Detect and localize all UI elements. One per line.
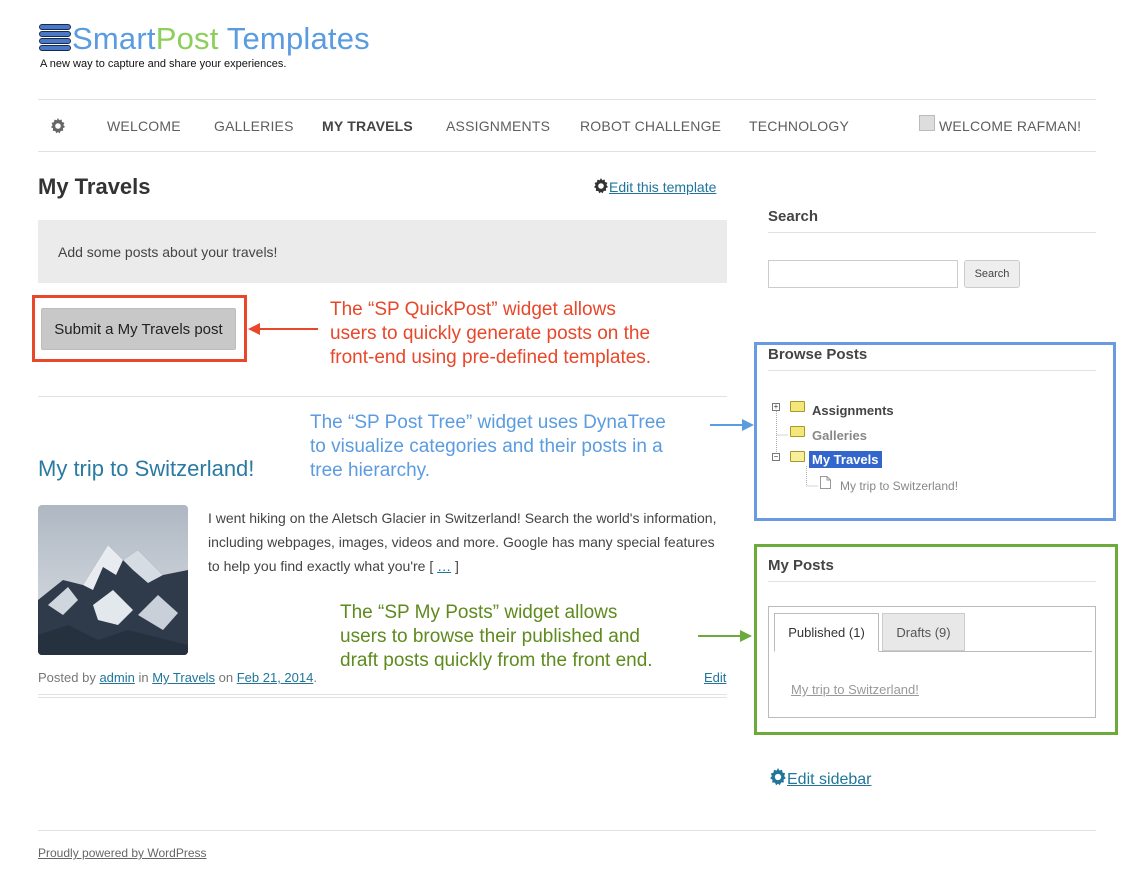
tree-node-assignments[interactable]: Assignments bbox=[812, 403, 894, 418]
page-title: My Travels bbox=[38, 174, 151, 199]
meta-text: Posted by bbox=[38, 670, 100, 685]
tree-node-galleries[interactable]: Galleries bbox=[812, 428, 867, 443]
annotation-line: to visualize categories and their posts … bbox=[310, 436, 663, 457]
post-edit-link[interactable]: Edit bbox=[704, 670, 726, 685]
site-title-part: Post bbox=[155, 21, 219, 56]
browse-posts-title: Browse Posts bbox=[768, 346, 868, 363]
tree-collapse-icon[interactable]: − bbox=[772, 453, 780, 461]
nav-assignments[interactable]: ASSIGNMENTS bbox=[446, 118, 550, 134]
gear-icon bbox=[769, 768, 787, 786]
nav-robot-challenge[interactable]: ROBOT CHALLENGE bbox=[580, 118, 721, 134]
date-link[interactable]: Feb 21, 2014 bbox=[237, 670, 314, 685]
annotation-line: users to quickly generate posts on the bbox=[330, 323, 651, 344]
annotation-line: The “SP QuickPost” widget allows bbox=[330, 299, 616, 320]
published-post-link[interactable]: My trip to Switzerland! bbox=[791, 682, 919, 697]
post-title[interactable]: My trip to Switzerland! bbox=[38, 456, 254, 482]
tab-published[interactable]: Published (1) bbox=[774, 613, 879, 652]
open-folder-icon bbox=[790, 451, 805, 462]
tree-leaf-post[interactable]: My trip to Switzerland! bbox=[840, 479, 958, 493]
excerpt-end: ] bbox=[451, 558, 459, 574]
tree-expand-icon[interactable]: + bbox=[772, 403, 780, 411]
meta-text: on bbox=[215, 670, 237, 685]
annotation-line: users to browse their published and bbox=[340, 626, 640, 647]
nav-technology[interactable]: TECHNOLOGY bbox=[749, 118, 849, 134]
search-widget-title: Search bbox=[768, 208, 819, 225]
arrow-right-icon bbox=[710, 418, 754, 432]
site-title-part: Templates bbox=[218, 21, 370, 56]
annotation-line: The “SP Post Tree” widget uses DynaTree bbox=[310, 412, 666, 433]
post-divider bbox=[38, 697, 727, 698]
my-posts-title: My Posts bbox=[768, 557, 834, 574]
my-posts-annotation: The “SP My Posts” widget allows users to… bbox=[340, 601, 653, 673]
gear-icon bbox=[593, 178, 609, 194]
annotation-line: tree hierarchy. bbox=[310, 460, 431, 481]
gear-icon[interactable] bbox=[50, 118, 66, 134]
arrow-right-icon bbox=[698, 629, 752, 643]
logo-icon bbox=[39, 24, 71, 52]
site-title-part: Smart bbox=[72, 21, 156, 56]
site-title[interactable]: SmartPost Templates bbox=[72, 20, 370, 58]
post-thumbnail[interactable] bbox=[38, 505, 188, 655]
edit-sidebar-link[interactable]: Edit sidebar bbox=[769, 768, 872, 789]
nav-galleries[interactable]: GALLERIES bbox=[214, 118, 294, 134]
post-meta: Posted by admin in My Travels on Feb 21,… bbox=[38, 670, 317, 685]
annotation-line: draft posts quickly from the front end. bbox=[340, 650, 653, 671]
powered-by-link[interactable]: Proudly powered by WordPress bbox=[38, 846, 207, 860]
site-tagline: A new way to capture and share your expe… bbox=[40, 58, 287, 70]
folder-icon bbox=[790, 426, 805, 437]
annotation-line: The “SP My Posts” widget allows bbox=[340, 602, 618, 623]
search-input[interactable] bbox=[768, 260, 958, 288]
widget-divider bbox=[768, 370, 1096, 371]
submit-post-button[interactable]: Submit a My Travels post bbox=[41, 308, 236, 350]
nav-divider bbox=[38, 151, 1096, 152]
author-link[interactable]: admin bbox=[99, 670, 134, 685]
nav-user-greeting[interactable]: WELCOME RAFMAN! bbox=[939, 118, 1081, 134]
edit-sidebar-label[interactable]: Edit sidebar bbox=[787, 771, 872, 788]
search-button[interactable]: Search bbox=[964, 260, 1020, 288]
footer-divider bbox=[38, 830, 1096, 831]
meta-text: . bbox=[313, 670, 317, 685]
annotation-line: front-end using pre-defined templates. bbox=[330, 347, 652, 368]
avatar[interactable] bbox=[919, 115, 935, 131]
category-link[interactable]: My Travels bbox=[152, 670, 215, 685]
widget-divider bbox=[768, 232, 1096, 233]
notice-text: Add some posts about your travels! bbox=[58, 244, 278, 260]
arrow-left-icon bbox=[248, 322, 320, 336]
post-excerpt: I went hiking on the Aletsch Glacier in … bbox=[208, 506, 728, 578]
tab-drafts[interactable]: Drafts (9) bbox=[882, 613, 965, 651]
widget-divider bbox=[768, 581, 1096, 582]
header-divider bbox=[38, 99, 1096, 100]
meta-text: in bbox=[134, 670, 153, 685]
content-divider bbox=[38, 396, 727, 397]
nav-welcome[interactable]: WELCOME bbox=[107, 118, 181, 134]
nav-my-travels[interactable]: MY TRAVELS bbox=[322, 118, 413, 134]
document-icon bbox=[820, 476, 831, 489]
post-divider bbox=[38, 694, 727, 695]
edit-template-label[interactable]: Edit this template bbox=[609, 179, 716, 195]
quickpost-annotation: The “SP QuickPost” widget allows users t… bbox=[330, 298, 651, 370]
tree-node-my-travels[interactable]: My Travels bbox=[809, 451, 882, 468]
excerpt-text: I went hiking on the Aletsch Glacier in … bbox=[208, 510, 721, 574]
post-tree-annotation: The “SP Post Tree” widget uses DynaTree … bbox=[310, 411, 666, 483]
edit-template-link[interactable]: Edit this template bbox=[593, 178, 716, 195]
read-more-link[interactable]: … bbox=[437, 558, 451, 574]
folder-icon bbox=[790, 401, 805, 412]
